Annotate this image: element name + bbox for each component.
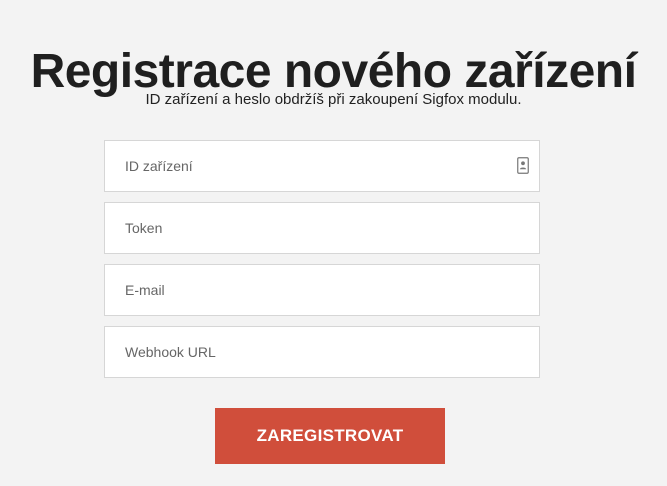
contact-card-icon[interactable] (517, 157, 529, 174)
email-field-wrapper (104, 264, 540, 316)
webhook-url-field[interactable] (105, 327, 539, 377)
device-id-field[interactable] (105, 141, 539, 191)
webhook-url-field-wrapper (104, 326, 540, 378)
token-field-wrapper (104, 202, 540, 254)
page-subtitle: ID zařízení a heslo obdržíš při zakoupen… (145, 91, 522, 108)
register-button[interactable]: ZAREGISTROVAT (215, 408, 445, 464)
email-field[interactable] (105, 265, 539, 315)
token-field[interactable] (105, 203, 539, 253)
registration-form (104, 140, 540, 388)
device-id-field-wrapper (104, 140, 540, 192)
